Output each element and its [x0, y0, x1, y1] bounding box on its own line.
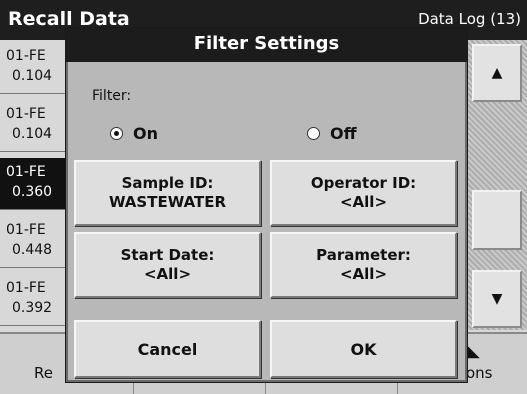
row-date: 01-FE: [6, 164, 46, 180]
arrow-up-icon: ▲: [491, 65, 503, 81]
options-arrow-icon: ◣: [466, 340, 480, 361]
operator-id-value: <All>: [339, 193, 388, 211]
row-value: 0.448: [12, 242, 53, 258]
row-value: 0.104: [12, 68, 53, 84]
sample-id-label: Sample ID:: [121, 174, 214, 192]
sample-id-button[interactable]: Sample ID: WASTEWATER: [74, 160, 261, 226]
scroll-down-button[interactable]: ▼: [472, 270, 522, 328]
row-value: 0.392: [12, 300, 53, 316]
radio-off-label: Off: [330, 124, 357, 143]
operator-id-button[interactable]: Operator ID: <All>: [270, 160, 457, 226]
sample-id-value: WASTEWATER: [108, 193, 227, 211]
options-label: ons: [466, 364, 493, 382]
filter-off-radio[interactable]: Off: [307, 124, 357, 143]
cancel-label: Cancel: [137, 339, 198, 359]
row-date: 01-FE: [6, 280, 46, 296]
start-date-button[interactable]: Start Date: <All>: [74, 232, 261, 298]
screen-title: Recall Data: [8, 8, 130, 30]
parameter-button[interactable]: Parameter: <All>: [270, 232, 457, 298]
radio-on-label: On: [133, 124, 158, 143]
start-date-label: Start Date:: [120, 246, 215, 264]
start-date-value: <All>: [143, 265, 192, 283]
row-value: 0.104: [12, 126, 53, 142]
cancel-button[interactable]: Cancel: [74, 320, 261, 378]
parameter-value: <All>: [339, 265, 388, 283]
return-label: Re: [34, 364, 53, 382]
radio-selected-icon: [110, 127, 123, 140]
ok-button[interactable]: OK: [270, 320, 457, 378]
row-date: 01-FE: [6, 106, 46, 122]
ok-label: OK: [350, 339, 377, 359]
row-value: 0.360: [12, 184, 53, 200]
scroll-up-button[interactable]: ▲: [472, 44, 522, 102]
dialog-title: Filter Settings: [193, 33, 340, 54]
scroll-thumb[interactable]: [472, 190, 522, 250]
filter-on-radio[interactable]: On: [110, 124, 158, 143]
row-date: 01-FE: [6, 48, 46, 64]
operator-id-label: Operator ID:: [310, 174, 417, 192]
parameter-label: Parameter:: [316, 246, 411, 264]
filter-label: Filter:: [92, 88, 132, 104]
row-date: 01-FE: [6, 222, 46, 238]
arrow-down-icon: ▼: [491, 291, 503, 307]
data-log-title: Data Log (13): [418, 10, 521, 28]
radio-unselected-icon: [307, 127, 320, 140]
